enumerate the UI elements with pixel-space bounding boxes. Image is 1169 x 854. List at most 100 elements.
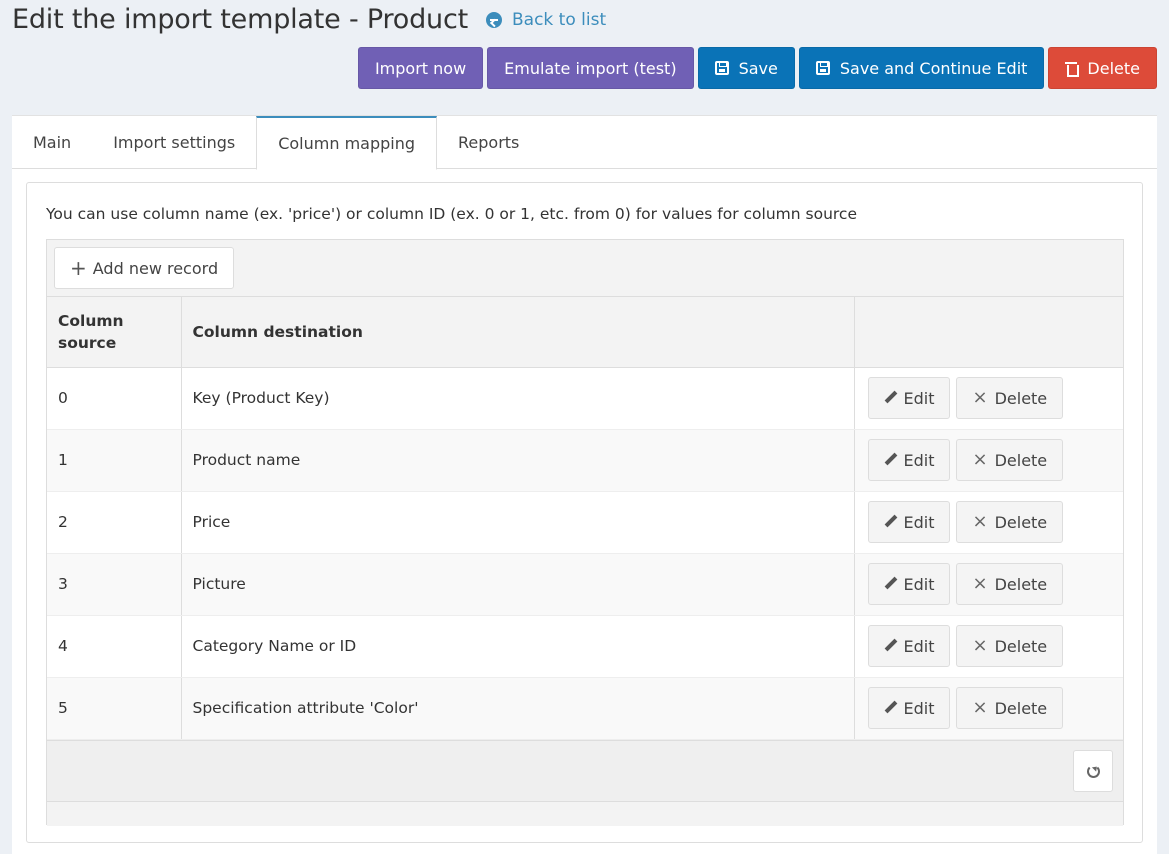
close-icon: × xyxy=(972,697,988,718)
cell-destination: Category Name or ID xyxy=(181,615,855,678)
content-panel: Main Import settings Column mapping Repo… xyxy=(12,115,1157,854)
arrow-circle-left-icon xyxy=(486,12,502,28)
add-new-record-label: Add new record xyxy=(92,258,219,278)
plus-icon: + xyxy=(70,256,87,280)
row-delete-button[interactable]: × Delete xyxy=(956,625,1064,667)
save-continue-button[interactable]: Save and Continue Edit xyxy=(798,47,1045,89)
edit-button[interactable]: Edit xyxy=(867,377,951,419)
header-column-source-label: Column source xyxy=(58,311,124,352)
grid-footer-bar xyxy=(47,801,1123,826)
edit-label: Edit xyxy=(903,512,935,532)
emulate-import-label: Emulate import (test) xyxy=(504,58,677,78)
cell-destination: Price xyxy=(181,491,855,554)
pencil-icon xyxy=(884,391,898,405)
edit-button[interactable]: Edit xyxy=(867,563,951,605)
back-to-list-link[interactable]: Back to list xyxy=(486,10,606,30)
row-delete-label: Delete xyxy=(994,698,1048,718)
row-delete-label: Delete xyxy=(994,574,1048,594)
table-row: 2 Price Edit × Delete xyxy=(47,491,1123,554)
pencil-icon xyxy=(884,701,898,715)
row-delete-button[interactable]: × Delete xyxy=(956,687,1064,729)
save-continue-label: Save and Continue Edit xyxy=(839,58,1028,78)
cell-destination: Product name xyxy=(181,429,855,492)
cell-source: 2 xyxy=(47,491,182,554)
edit-button[interactable]: Edit xyxy=(867,625,951,667)
save-label: Save xyxy=(738,58,778,78)
delete-label: Delete xyxy=(1087,58,1140,78)
mapping-table: Column source Column destination 0 Key (… xyxy=(47,297,1123,740)
emulate-import-button[interactable]: Emulate import (test) xyxy=(487,47,694,89)
edit-label: Edit xyxy=(903,450,935,470)
tab-import-settings[interactable]: Import settings xyxy=(92,116,256,169)
row-delete-button[interactable]: × Delete xyxy=(956,501,1064,543)
mapping-grid: + Add new record Column source Column de… xyxy=(46,239,1124,826)
header-column-destination[interactable]: Column destination xyxy=(181,297,855,368)
cell-actions: Edit × Delete xyxy=(854,429,1123,492)
close-icon: × xyxy=(972,449,988,470)
cell-destination: Picture xyxy=(181,553,855,616)
row-delete-label: Delete xyxy=(994,450,1048,470)
cell-actions: Edit × Delete xyxy=(854,553,1123,616)
cell-destination: Specification attribute 'Color' xyxy=(181,677,855,740)
table-row: 0 Key (Product Key) Edit × Delete xyxy=(47,367,1123,430)
edit-label: Edit xyxy=(903,574,935,594)
row-delete-label: Delete xyxy=(994,636,1048,656)
cell-actions: Edit × Delete xyxy=(854,491,1123,554)
tab-bar: Main Import settings Column mapping Repo… xyxy=(12,116,1157,170)
add-new-record-button[interactable]: + Add new record xyxy=(54,247,235,289)
header-actions xyxy=(854,297,1123,368)
import-now-button[interactable]: Import now xyxy=(357,47,484,89)
cell-source: 5 xyxy=(47,677,182,740)
table-row: 5 Specification attribute 'Color' Edit ×… xyxy=(47,677,1123,740)
close-icon: × xyxy=(972,573,988,594)
delete-button[interactable]: Delete xyxy=(1048,47,1157,89)
cell-source: 3 xyxy=(47,553,182,616)
page-header: Edit the import template - Product Back … xyxy=(12,4,606,35)
edit-label: Edit xyxy=(903,388,935,408)
close-icon: × xyxy=(972,635,988,656)
import-now-label: Import now xyxy=(374,58,467,78)
header-column-source[interactable]: Column source xyxy=(47,297,182,368)
pencil-icon xyxy=(884,453,898,467)
row-delete-label: Delete xyxy=(994,512,1048,532)
cell-destination: Key (Product Key) xyxy=(181,367,855,430)
back-to-list-label: Back to list xyxy=(512,10,607,30)
cell-source: 4 xyxy=(47,615,182,678)
tab-column-mapping[interactable]: Column mapping xyxy=(256,116,438,170)
table-row: 1 Product name Edit × Delete xyxy=(47,429,1123,492)
action-buttons: Import now Emulate import (test) Save Sa… xyxy=(357,47,1157,89)
refresh-icon xyxy=(1086,764,1100,778)
edit-button[interactable]: Edit xyxy=(867,439,951,481)
cell-actions: Edit × Delete xyxy=(854,677,1123,740)
table-row: 3 Picture Edit × Delete xyxy=(47,553,1123,616)
edit-button[interactable]: Edit xyxy=(867,501,951,543)
close-icon: × xyxy=(972,387,988,408)
row-delete-button[interactable]: × Delete xyxy=(956,377,1064,419)
floppy-disk-icon xyxy=(815,61,830,75)
table-header-row: Column source Column destination xyxy=(47,297,1123,368)
grid-footer xyxy=(47,740,1123,801)
row-delete-button[interactable]: × Delete xyxy=(956,563,1064,605)
page-title: Edit the import template - Product xyxy=(12,4,468,35)
cell-actions: Edit × Delete xyxy=(854,615,1123,678)
column-mapping-card: You can use column name (ex. 'price') or… xyxy=(26,182,1143,843)
refresh-button[interactable] xyxy=(1073,750,1113,792)
trash-icon xyxy=(1065,61,1080,77)
tab-reports[interactable]: Reports xyxy=(437,116,540,169)
edit-button[interactable]: Edit xyxy=(867,687,951,729)
row-delete-label: Delete xyxy=(994,388,1048,408)
table-row: 4 Category Name or ID Edit × Delete xyxy=(47,615,1123,678)
floppy-disk-icon xyxy=(714,61,729,75)
pencil-icon xyxy=(884,515,898,529)
edit-label: Edit xyxy=(903,698,935,718)
close-icon: × xyxy=(972,511,988,532)
pencil-icon xyxy=(884,639,898,653)
tab-main[interactable]: Main xyxy=(12,116,92,169)
help-text: You can use column name (ex. 'price') or… xyxy=(46,205,857,223)
grid-toolbar: + Add new record xyxy=(47,240,1123,297)
pencil-icon xyxy=(884,577,898,591)
row-delete-button[interactable]: × Delete xyxy=(956,439,1064,481)
save-button[interactable]: Save xyxy=(697,47,795,89)
cell-source: 1 xyxy=(47,429,182,492)
cell-actions: Edit × Delete xyxy=(854,367,1123,430)
